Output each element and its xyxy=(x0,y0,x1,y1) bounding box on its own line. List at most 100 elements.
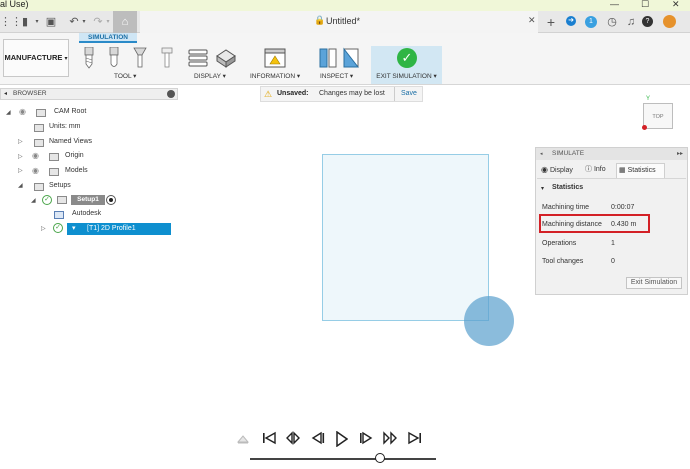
radio-active-icon[interactable] xyxy=(106,195,116,205)
stat-label-machining-time: Machining time xyxy=(542,204,590,211)
group-tool-label[interactable]: TOOL ▾ xyxy=(114,72,136,80)
tree-item-units[interactable]: Units: mm xyxy=(49,123,81,130)
browser-title: BROWSER xyxy=(13,90,47,97)
clock-icon[interactable]: ◷ xyxy=(604,14,620,30)
grid-menu-icon[interactable]: ⋮⋮ xyxy=(0,14,22,30)
tab-info[interactable]: ⓘ Info xyxy=(583,163,615,178)
collapse-triangle-icon[interactable]: ◂ xyxy=(540,148,543,160)
workspace-label: MANUFACTURE xyxy=(4,53,63,62)
tool-chamfer-icon[interactable] xyxy=(133,47,147,69)
home-tab[interactable]: ⌂ xyxy=(113,11,137,33)
cam-root-icon xyxy=(36,109,46,117)
new-tab-icon[interactable]: + xyxy=(543,14,559,30)
information-icon[interactable] xyxy=(263,47,287,69)
expand-triangle-icon[interactable]: ◢ xyxy=(31,197,36,204)
play-icon[interactable] xyxy=(335,431,348,447)
group-inspect-label[interactable]: INSPECT ▾ xyxy=(320,72,353,80)
expand-triangle-icon[interactable]: ◢ xyxy=(6,109,11,116)
tree-item-cam-root[interactable]: CAM Root xyxy=(54,108,86,115)
tool-endmill-icon[interactable] xyxy=(82,47,96,69)
info-icon: ⓘ xyxy=(585,166,592,173)
machine-icon xyxy=(54,211,64,219)
tree-item-models[interactable]: Models xyxy=(65,167,88,174)
previous-operation-icon[interactable] xyxy=(286,431,300,445)
simulate-panel-header[interactable]: ◂ SIMULATE ▸▸ xyxy=(536,148,687,160)
statistics-section-title: Statistics xyxy=(552,184,584,191)
browser-pin-icon[interactable] xyxy=(167,90,175,98)
tool-simulation xyxy=(464,296,514,346)
job-status-icon[interactable]: 1 xyxy=(585,16,597,28)
expand-triangle-icon[interactable]: ▷ xyxy=(41,225,46,232)
playback-settings-icon[interactable] xyxy=(236,432,250,444)
tool-holder-icon[interactable] xyxy=(160,47,174,69)
section-collapse-icon[interactable]: ▾ xyxy=(541,185,544,192)
inspect-section-icon[interactable] xyxy=(342,47,362,69)
expand-panel-icon[interactable]: ▸▸ xyxy=(677,148,683,160)
tree-item-setups[interactable]: Setups xyxy=(49,182,71,189)
eye-icon[interactable]: ◉ xyxy=(32,151,39,160)
simulation-timeline[interactable] xyxy=(250,458,436,460)
display-stripes-icon[interactable] xyxy=(188,48,210,68)
minimize-icon[interactable]: — xyxy=(610,0,619,9)
stat-label-machining-distance: Machining distance xyxy=(542,221,602,228)
x-axis-marker xyxy=(642,125,647,130)
tab-display[interactable]: ◉ Display xyxy=(538,163,582,178)
step-back-icon[interactable] xyxy=(311,431,325,445)
warning-icon: ⚠ xyxy=(264,89,273,99)
expand-triangle-icon[interactable]: ▷ xyxy=(18,153,23,160)
expand-triangle-icon[interactable]: ▷ xyxy=(18,167,23,174)
display-stock-icon[interactable] xyxy=(214,46,238,68)
unsaved-status: Unsaved: xyxy=(277,90,309,97)
close-tab-icon[interactable]: ✕ xyxy=(528,15,536,26)
tree-item-setup1[interactable]: Setup1 xyxy=(71,195,105,205)
tree-item-named-views[interactable]: Named Views xyxy=(49,138,92,145)
eye-icon[interactable]: ◉ xyxy=(19,107,26,116)
check-circle-icon: ✓ xyxy=(53,223,63,233)
tree-item-2d-profile-label: [T1] 2D Profile1 xyxy=(87,225,136,232)
simulate-panel-title: SIMULATE xyxy=(552,150,585,157)
close-icon[interactable]: ✕ xyxy=(672,0,680,10)
folder-icon xyxy=(34,139,44,147)
expand-triangle-icon[interactable]: ▷ xyxy=(18,138,23,145)
save-icon[interactable]: ▣ xyxy=(43,14,59,30)
browser-header[interactable]: ◂ BROWSER xyxy=(0,88,178,100)
group-display-label[interactable]: DISPLAY ▾ xyxy=(194,72,226,80)
stat-value-operations: 1 xyxy=(611,240,615,247)
document-tab[interactable]: 🔒 Untitled* ✕ xyxy=(140,11,538,33)
tree-item-2d-profile[interactable]: ▾ [T1] 2D Profile1 xyxy=(67,223,171,235)
expand-triangle-icon[interactable]: ◢ xyxy=(18,182,23,189)
tab-simulation[interactable]: SIMULATION xyxy=(79,33,137,43)
document-title: Untitled* xyxy=(326,16,361,26)
step-forward-icon[interactable] xyxy=(359,431,373,445)
stat-value-machining-distance: 0.430 m xyxy=(611,221,637,228)
folder-icon xyxy=(49,168,59,176)
toolpath-icon: ▾ xyxy=(72,225,76,232)
tab-statistics[interactable]: ▦ Statistics xyxy=(616,163,665,178)
extensions-icon[interactable]: ➜ xyxy=(566,16,576,26)
simulate-panel: ◂ SIMULATE ▸▸ ◉ Display ⓘ Info ▦ Statist… xyxy=(535,147,688,295)
tree-item-autodesk[interactable]: Autodesk xyxy=(72,210,101,217)
tool-ballmill-icon[interactable] xyxy=(107,47,121,69)
skip-to-start-icon[interactable] xyxy=(262,431,276,445)
units-icon xyxy=(34,124,44,132)
timeline-scrubber[interactable] xyxy=(375,453,386,463)
avatar[interactable] xyxy=(663,15,676,28)
bell-icon[interactable]: ♫ xyxy=(623,14,639,30)
next-operation-icon[interactable] xyxy=(383,431,397,445)
exit-simulation-button[interactable]: ✓ EXIT SIMULATION ▾ xyxy=(371,46,442,84)
unsaved-message: Changes may be lost xyxy=(319,90,385,97)
tree-item-origin[interactable]: Origin xyxy=(65,152,84,159)
eye-icon[interactable]: ◉ xyxy=(32,166,39,175)
help-icon[interactable]: ? xyxy=(642,16,653,27)
stock-part xyxy=(322,154,489,321)
inspect-measure-icon[interactable] xyxy=(318,47,338,69)
maximize-icon[interactable]: ☐ xyxy=(641,0,649,10)
collapse-triangle-icon[interactable]: ◂ xyxy=(4,90,7,97)
skip-to-end-icon[interactable] xyxy=(408,431,422,445)
folder-icon xyxy=(34,183,44,191)
viewcube[interactable]: TOP xyxy=(643,103,673,129)
workspace-switcher[interactable]: MANUFACTURE ▾ xyxy=(3,39,69,77)
save-button[interactable]: Save xyxy=(401,90,417,97)
exit-simulation-panel-button[interactable]: Exit Simulation xyxy=(626,277,682,289)
group-information-label[interactable]: INFORMATION ▾ xyxy=(250,72,300,80)
